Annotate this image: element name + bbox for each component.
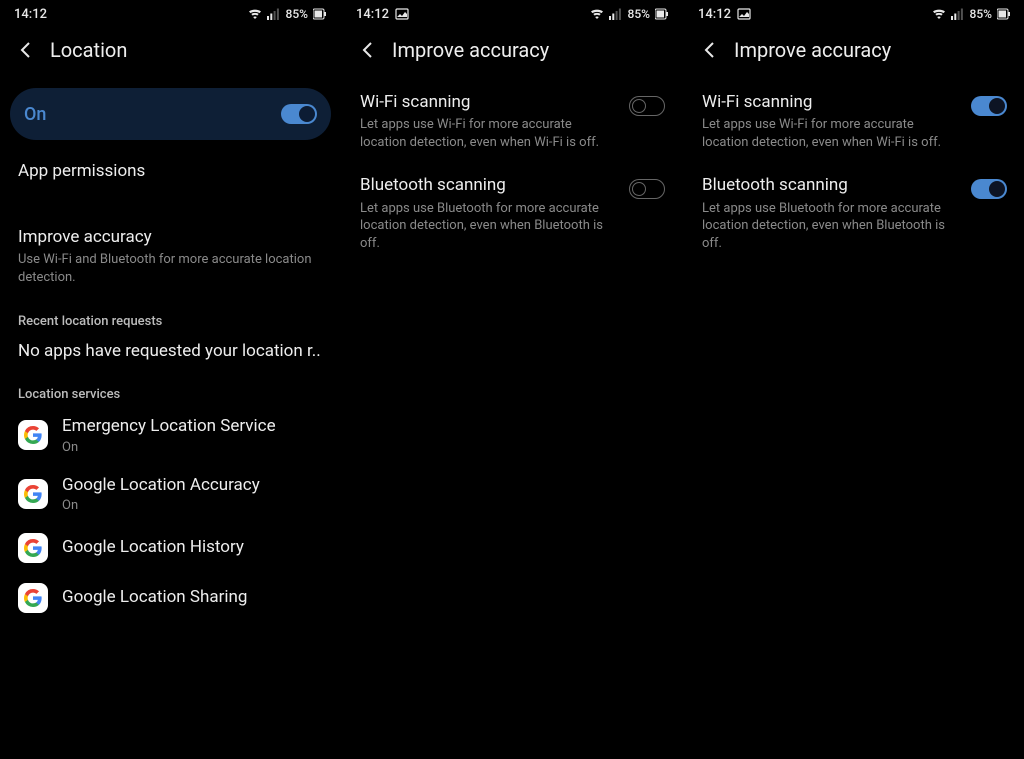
service-title: Emergency Location Service <box>62 416 276 437</box>
service-emergency-location[interactable]: Emergency Location Service On <box>0 406 341 464</box>
service-google-location-accuracy[interactable]: Google Location Accuracy On <box>0 465 341 523</box>
wifi-scanning-title: Wi-Fi scanning <box>360 92 617 113</box>
bluetooth-scanning-desc: Let apps use Bluetooth for more accurate… <box>360 200 617 253</box>
battery-percent: 85% <box>628 7 650 21</box>
battery-icon <box>655 7 669 21</box>
signal-icon <box>267 7 281 21</box>
bluetooth-scanning-title: Bluetooth scanning <box>360 175 617 196</box>
service-sub: On <box>62 440 276 455</box>
wifi-scanning-desc: Let apps use Wi-Fi for more accurate loc… <box>360 116 617 151</box>
page-title: Location <box>50 38 127 62</box>
status-bar: 14:12 85% <box>0 0 341 28</box>
wifi-scanning-desc: Let apps use Wi-Fi for more accurate loc… <box>702 116 959 151</box>
page-title: Improve accuracy <box>734 38 891 62</box>
google-icon <box>18 583 48 613</box>
status-bar: 14:12 85% <box>342 0 683 28</box>
page-title: Improve accuracy <box>392 38 549 62</box>
location-master-toggle[interactable]: On <box>10 88 331 140</box>
service-title: Google Location Accuracy <box>62 475 260 496</box>
google-icon <box>18 479 48 509</box>
battery-percent: 85% <box>970 7 992 21</box>
app-bar: Location <box>0 28 341 74</box>
gallery-icon <box>395 7 409 21</box>
signal-icon <box>609 7 623 21</box>
battery-percent: 85% <box>286 7 308 21</box>
improve-accuracy-screen-off: 14:12 85% Improve accuracy Wi-Fi scannin… <box>341 0 683 759</box>
service-title: Google Location Sharing <box>62 587 247 608</box>
master-toggle-switch[interactable] <box>281 104 317 124</box>
battery-icon <box>313 7 327 21</box>
service-sub: On <box>62 498 260 513</box>
bluetooth-scanning-title: Bluetooth scanning <box>702 175 959 196</box>
back-button[interactable] <box>14 36 38 64</box>
signal-icon <box>951 7 965 21</box>
status-time: 14:12 <box>356 7 389 22</box>
location-settings-screen: 14:12 85% Location On App permissions <box>0 0 341 759</box>
status-time: 14:12 <box>698 7 731 22</box>
bluetooth-scanning-desc: Let apps use Bluetooth for more accurate… <box>702 200 959 253</box>
improve-accuracy-desc: Use Wi-Fi and Bluetooth for more accurat… <box>18 251 323 286</box>
google-icon <box>18 533 48 563</box>
app-bar: Improve accuracy <box>342 28 683 74</box>
recent-requests-header: Recent location requests <box>0 300 341 333</box>
wifi-scanning-row[interactable]: Wi-Fi scanning Let apps use Wi-Fi for mo… <box>684 74 1024 157</box>
location-services-header: Location services <box>0 365 341 406</box>
service-google-location-sharing[interactable]: Google Location Sharing <box>0 573 341 623</box>
bluetooth-scanning-row[interactable]: Bluetooth scanning Let apps use Bluetoot… <box>342 157 683 258</box>
wifi-icon <box>248 7 262 21</box>
wifi-scanning-row[interactable]: Wi-Fi scanning Let apps use Wi-Fi for mo… <box>342 74 683 157</box>
wifi-scanning-switch[interactable] <box>971 96 1007 116</box>
wifi-icon <box>932 7 946 21</box>
bluetooth-scanning-switch[interactable] <box>629 179 665 199</box>
gallery-icon <box>737 7 751 21</box>
improve-accuracy-screen-on: 14:12 85% Improve accuracy Wi-Fi scannin… <box>683 0 1024 759</box>
service-title: Google Location History <box>62 537 244 558</box>
google-icon <box>18 420 48 450</box>
status-bar: 14:12 85% <box>684 0 1024 28</box>
service-google-location-history[interactable]: Google Location History <box>0 523 341 573</box>
improve-accuracy-row[interactable]: Improve accuracy Use Wi-Fi and Bluetooth… <box>0 212 341 300</box>
app-bar: Improve accuracy <box>684 28 1024 74</box>
battery-icon <box>997 7 1011 21</box>
app-permissions-label: App permissions <box>18 160 323 182</box>
back-button[interactable] <box>698 36 722 64</box>
status-time: 14:12 <box>14 7 47 22</box>
back-button[interactable] <box>356 36 380 64</box>
app-permissions-row[interactable]: App permissions <box>0 146 341 196</box>
wifi-scanning-switch[interactable] <box>629 96 665 116</box>
bluetooth-scanning-switch[interactable] <box>971 179 1007 199</box>
wifi-scanning-title: Wi-Fi scanning <box>702 92 959 113</box>
bluetooth-scanning-row[interactable]: Bluetooth scanning Let apps use Bluetoot… <box>684 157 1024 258</box>
master-toggle-label: On <box>24 104 46 125</box>
recent-requests-text: No apps have requested your location r.. <box>0 333 341 365</box>
wifi-icon <box>590 7 604 21</box>
improve-accuracy-title: Improve accuracy <box>18 226 323 248</box>
